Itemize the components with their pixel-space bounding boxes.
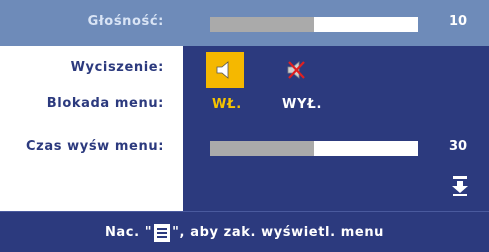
menu-lock-off-option[interactable]: WYŁ. <box>282 97 322 112</box>
volume-value: 10 <box>449 14 468 29</box>
menu-timeout-slider[interactable] <box>210 141 418 156</box>
volume-label: Głośność: <box>87 14 164 29</box>
speaker-icon <box>216 61 229 79</box>
label-panel: Wyciszenie: Blokada menu: Czas wyśw menu… <box>0 46 183 211</box>
mute-on-option[interactable] <box>277 52 315 88</box>
footer-hint: Nac. " ", aby zak. wyświetl. menu <box>0 211 489 252</box>
footer-suffix: ", aby zak. wyświetl. menu <box>172 225 385 240</box>
mute-label: Wyciszenie: <box>70 60 164 75</box>
volume-slider[interactable] <box>210 17 418 32</box>
mute-off-option[interactable] <box>206 52 244 88</box>
menu-lock-label: Blokada menu: <box>46 96 164 111</box>
down-arrow-icon[interactable] <box>451 176 469 196</box>
menu-timeout-label: Czas wyśw menu: <box>26 139 164 154</box>
audio-settings-osd: Głośność: 10 Wyciszenie: Blokada menu: C… <box>0 0 489 252</box>
footer-prefix: Nac. " <box>104 225 153 240</box>
volume-row[interactable]: Głośność: 10 <box>0 0 489 46</box>
speaker-muted-icon <box>287 61 305 79</box>
menu-timeout-value: 30 <box>449 139 468 154</box>
volume-slider-fill <box>210 17 314 32</box>
menu-lock-on-option[interactable]: WŁ. <box>212 97 242 112</box>
menu-button-icon <box>154 223 171 242</box>
menu-timeout-slider-fill <box>210 141 314 156</box>
